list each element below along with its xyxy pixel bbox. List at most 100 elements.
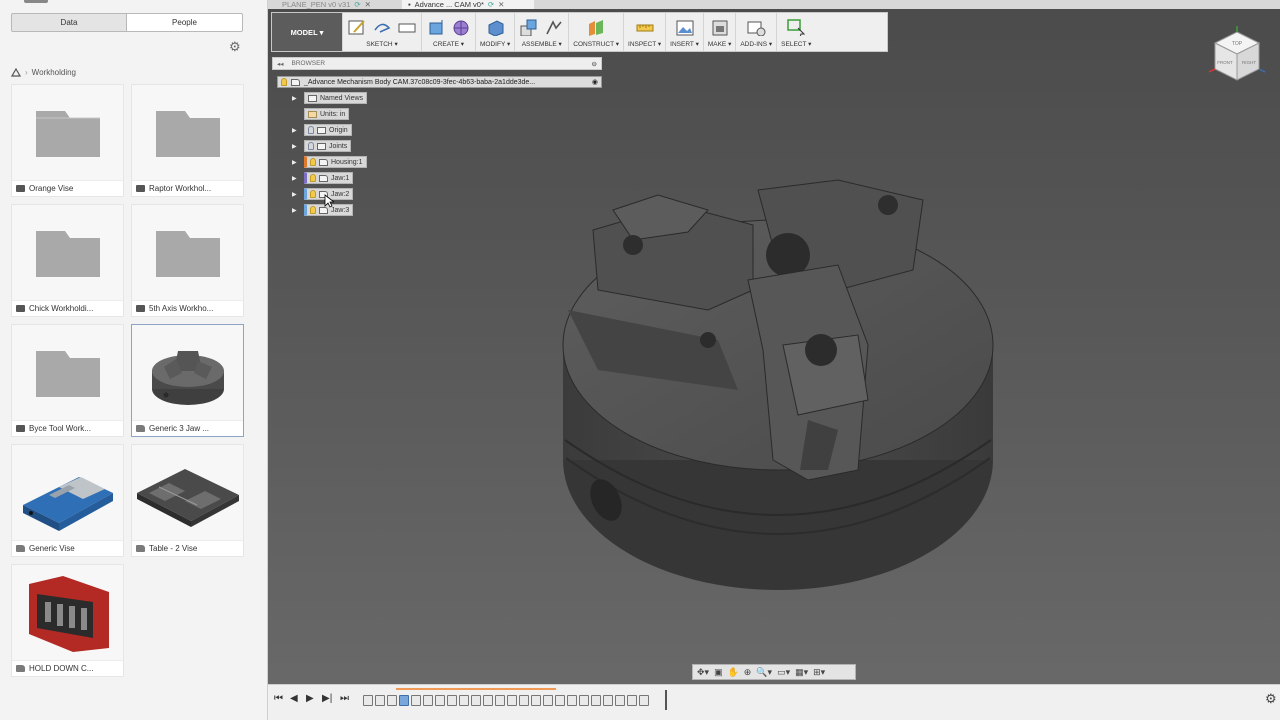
toolbar-group-create[interactable]: CREATE ▾ (421, 13, 475, 51)
timeline-feature-icon[interactable] (555, 694, 565, 706)
go-to-start-icon[interactable]: ⏮ (274, 693, 283, 704)
timeline-feature-icon[interactable] (471, 694, 481, 706)
viewcube-front-label[interactable]: FRONT (1217, 60, 1233, 65)
breadcrumb-folder[interactable]: Workholding (32, 68, 76, 77)
timeline-feature-icon[interactable] (459, 694, 469, 706)
tree-item-jaw-3[interactable]: ▶ Jaw:3 (292, 204, 354, 216)
timeline-feature-icon[interactable] (531, 694, 541, 706)
toolbar-group-modify[interactable]: MODIFY ▾ (475, 13, 514, 51)
collapse-left-icon[interactable]: ◂◂ (277, 60, 284, 68)
extrude-icon[interactable] (426, 18, 446, 36)
viewports-icon[interactable]: ⊞▾ (813, 667, 825, 678)
refresh-icon[interactable]: ⟳ (354, 0, 360, 9)
viewcube-right-label[interactable]: RIGHT (1242, 60, 1256, 65)
tree-item-housing[interactable]: ▶ Housing:1 (292, 156, 367, 168)
timeline-feature-icon[interactable] (495, 694, 505, 706)
tree-item-named-views[interactable]: ▶ Named Views (292, 92, 368, 104)
design-tile[interactable]: Generic Vise (11, 444, 124, 557)
zoom-icon[interactable]: ⊕ (744, 667, 752, 678)
timeline-feature-icon[interactable] (363, 694, 373, 706)
step-forward-icon[interactable]: ▶| (322, 693, 332, 704)
project-home-icon[interactable] (11, 67, 21, 77)
document-tab[interactable]: PLANE_PEN v0 v31 ⟳ ✕ (276, 0, 402, 9)
timeline-feature-icon[interactable] (483, 694, 493, 706)
timeline-feature-icon[interactable] (543, 694, 553, 706)
tree-item-units[interactable]: Units: in (292, 108, 350, 120)
measure-icon[interactable] (635, 18, 655, 36)
design-tile[interactable]: Table - 2 Vise (131, 444, 244, 557)
toolbar-group-construct[interactable]: CONSTRUCT ▾ (568, 13, 623, 51)
close-icon[interactable]: ✕ (498, 0, 504, 9)
timeline-feature-icon[interactable] (423, 694, 433, 706)
timeline-feature-icon[interactable] (567, 694, 577, 706)
folder-tile[interactable]: Raptor Workhol... (131, 84, 244, 197)
3d-print-icon[interactable] (710, 18, 730, 36)
sketch-icon[interactable] (347, 18, 367, 36)
timeline-feature-icon[interactable] (591, 694, 601, 706)
toolbar-group-select[interactable]: SELECT ▾ (776, 13, 815, 51)
expand-arrow-icon[interactable]: ▶ (292, 207, 302, 214)
toolbar-group-add-ins[interactable]: ADD-INS ▾ (735, 13, 776, 51)
line-icon[interactable] (372, 18, 392, 36)
timeline-track[interactable] (363, 693, 665, 707)
toolbar-group-assemble[interactable]: ASSEMBLE ▾ (514, 13, 568, 51)
timeline-feature-icon[interactable] (615, 694, 625, 706)
toolbar-group-inspect[interactable]: INSPECT ▾ (623, 13, 665, 51)
timeline-settings-gear-icon[interactable]: ⚙ (1265, 692, 1277, 705)
visibility-bulb-icon[interactable] (310, 206, 316, 214)
timeline-feature-icon[interactable] (507, 694, 517, 706)
display-settings-icon[interactable]: ▭▾ (777, 667, 790, 678)
visibility-bulb-icon[interactable] (310, 158, 316, 166)
folder-tile[interactable]: Orange Vise (11, 84, 124, 197)
document-tab-active[interactable]: ▪ Advance ... CAM v0* ⟳ ✕ (402, 0, 534, 9)
orbit-icon[interactable]: ✥▾ (697, 667, 709, 678)
joint-icon[interactable] (544, 18, 564, 36)
chuck-3d-model[interactable] (538, 170, 998, 600)
folder-tile[interactable]: 5th Axis Workho... (131, 204, 244, 317)
expand-arrow-icon[interactable]: ▶ (292, 127, 302, 134)
tree-item-joints[interactable]: ▶ Joints (292, 140, 352, 152)
timeline-feature-icon[interactable] (399, 694, 409, 706)
folder-tile[interactable]: Chick Workholdi... (11, 204, 124, 317)
play-icon[interactable]: ▶ (306, 693, 314, 704)
grid-icon[interactable]: ▦▾ (795, 667, 808, 678)
close-icon[interactable]: ✕ (365, 0, 371, 9)
timeline-feature-icon[interactable] (603, 694, 613, 706)
folder-tile[interactable]: Byce Tool Work... (11, 324, 124, 437)
expand-arrow-icon[interactable]: ▶ (292, 143, 302, 150)
visibility-bulb-icon[interactable] (310, 174, 316, 182)
timeline-feature-icon[interactable] (519, 694, 529, 706)
insert-image-icon[interactable] (675, 18, 695, 36)
viewcube-top-label[interactable]: TOP (1232, 41, 1243, 47)
browser-panel-header[interactable]: ◂◂ BROWSER ⊖ (272, 57, 602, 70)
timeline-feature-icon[interactable] (579, 694, 589, 706)
expand-arrow-icon[interactable]: ▶ (292, 95, 302, 102)
timeline-feature-icon[interactable] (447, 694, 457, 706)
expand-arrow-icon[interactable]: ▶ (292, 175, 302, 182)
tree-item-jaw-1[interactable]: ▶ Jaw:1 (292, 172, 354, 184)
rectangle-icon[interactable] (397, 18, 417, 36)
timeline-feature-icon[interactable] (387, 694, 397, 706)
radio-active-icon[interactable]: ◉ (592, 78, 598, 86)
timeline-feature-icon[interactable] (375, 694, 385, 706)
new-component-icon[interactable] (519, 18, 539, 36)
go-to-end-icon[interactable]: ⏭ (340, 693, 349, 704)
tree-item-jaw-2[interactable]: ▶ Jaw:2 (292, 188, 354, 200)
look-at-icon[interactable]: ▣ (714, 667, 723, 678)
timeline-marker[interactable] (665, 690, 667, 710)
step-back-icon[interactable]: ◀ (290, 693, 298, 704)
timeline-feature-icon[interactable] (627, 694, 637, 706)
form-icon[interactable] (451, 18, 471, 36)
visibility-bulb-icon[interactable] (308, 142, 314, 150)
offset-plane-icon[interactable] (586, 18, 606, 36)
toolbar-group-insert[interactable]: INSERT ▾ (665, 13, 703, 51)
expand-arrow-icon[interactable]: ▶ (292, 159, 302, 166)
pan-icon[interactable]: ✋ (728, 667, 739, 678)
press-pull-icon[interactable] (485, 18, 505, 36)
toolbar-group-sketch[interactable]: SKETCH ▾ (342, 13, 421, 51)
tree-item-origin[interactable]: ▶ Origin (292, 124, 352, 136)
zoom-window-icon[interactable]: 🔍▾ (756, 667, 772, 678)
canvas-area[interactable]: PLANE_PEN v0 v31 ⟳ ✕ ▪ Advance ... CAM v… (268, 0, 1280, 720)
visibility-bulb-icon[interactable] (310, 190, 316, 198)
design-tile[interactable]: HOLD DOWN C... (11, 564, 124, 677)
